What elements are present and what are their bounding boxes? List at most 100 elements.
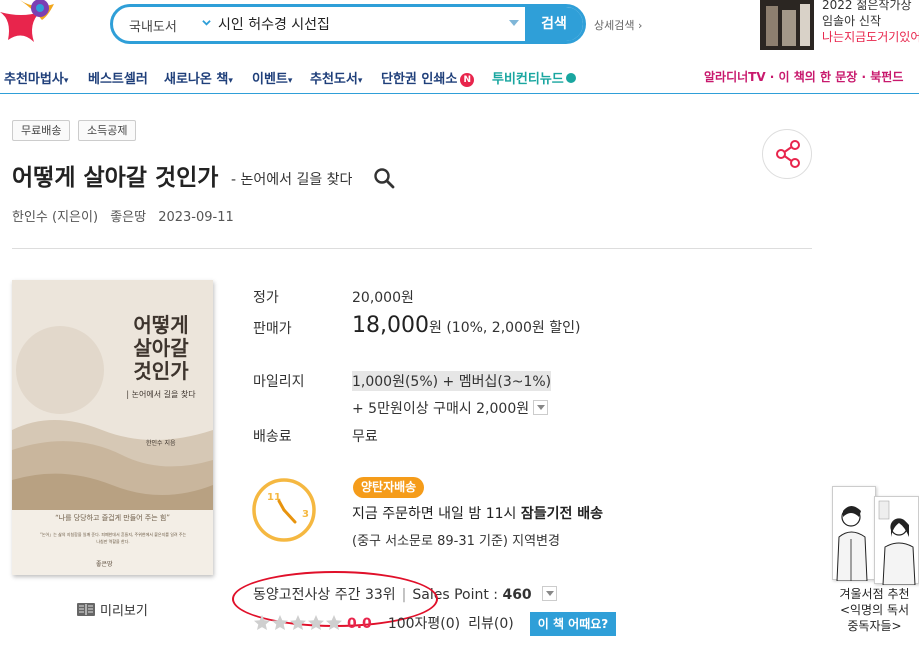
cover-quote: “나를 당당하고 즐겁게 만들어 주는 힘” — [55, 514, 170, 522]
mileage-value: 1,000원(5%) + 멤버십(3~1%) — [352, 371, 552, 391]
delivery-badge: 양탄자배송 — [353, 477, 425, 498]
cover-subtitle: | 논어에서 길을 찾다 — [126, 390, 196, 399]
nav-item-label: 단한권 인쇄소 — [381, 72, 458, 87]
advanced-search-link[interactable]: 상세검색 › — [594, 17, 642, 33]
promo-line-3: 나는지금도거기있어 — [822, 30, 919, 44]
review-link[interactable]: 리뷰(0) — [468, 616, 514, 632]
nav-item-events[interactable]: 이벤트▾ — [252, 68, 292, 87]
star-icon — [308, 615, 324, 630]
cover-title-line: 것인가 — [133, 359, 189, 383]
tag-free-shipping: 무료배송 — [12, 120, 71, 141]
nav-item-label: 베스트셀러 — [88, 72, 148, 87]
book-title: 어떻게 살아갈 것인가 — [12, 165, 219, 191]
delivery-line-2[interactable]: (중구 서소문로 89-31 기준) 지역변경 — [352, 530, 560, 549]
rating-score: 0.0 — [347, 616, 372, 632]
side-promo-line-2: <익명의 독서 — [839, 603, 910, 617]
sale-discount: (10%, 2,000원 할인) — [446, 320, 581, 336]
mileage-label: 마일리지 — [253, 374, 305, 390]
shipping-label: 배송료 — [253, 429, 292, 445]
star-icon — [254, 615, 270, 630]
search-history-dropdown-icon[interactable] — [509, 20, 519, 26]
search-button[interactable]: 검색 — [525, 7, 583, 41]
nav-right-links[interactable]: 알라디너TV · 이 책의 한 문장 · 북펀드 — [704, 68, 903, 85]
search-input[interactable] — [218, 9, 518, 39]
book-subtitle: - 논어에서 길을 찾다 — [231, 172, 353, 188]
share-button[interactable] — [762, 129, 812, 179]
search-category[interactable]: 국내도서 — [129, 16, 177, 35]
main-nav: 추천마법사▾ 베스트셀러 새로나온 책▾ 이벤트▾ 추천도서▾ 단한권 인쇄소 N… — [0, 58, 919, 94]
title-divider — [12, 248, 812, 249]
dropdown-arrow-icon: ▾ — [357, 76, 363, 86]
star-icon — [290, 615, 306, 630]
promo-book-3 — [800, 4, 810, 46]
promo-banner-image[interactable] — [760, 0, 814, 50]
book-preview-icon — [77, 603, 95, 616]
side-promo-line-1: 겨울서점 추천 — [839, 587, 910, 601]
promo-banner-text[interactable]: 2022 젊은작가상 임솔아 신작 나는지금도거기있어 — [822, 0, 919, 45]
how-is-this-book-button[interactable]: 이 책 어때요? — [529, 612, 617, 636]
short-review-link[interactable]: 100자평(0) — [388, 616, 460, 632]
sale-price-row: 18,000원 (10%, 2,000원 할인) — [352, 313, 580, 338]
preview-label: 미리보기 — [100, 604, 148, 619]
nav-item-label: 추천마법사 — [4, 72, 64, 87]
nav-item-new-books[interactable]: 새로나온 책▾ — [164, 68, 233, 87]
star-icon — [272, 615, 288, 630]
dot-icon — [565, 73, 576, 83]
search-icon[interactable] — [373, 167, 395, 189]
tag-tax-deduction: 소득공제 — [78, 120, 137, 141]
dropdown-arrow-icon: ▾ — [228, 76, 233, 86]
sales-point-expand-icon[interactable] — [541, 586, 557, 601]
clock-number-3: 3 — [302, 509, 309, 520]
publisher-link[interactable]: 좋은땅 — [110, 210, 146, 225]
cover-author: 한인수 지음 — [146, 440, 176, 447]
cover-title-line: 살아갈 — [133, 336, 189, 360]
nav-item-bestseller[interactable]: 베스트셀러 — [88, 68, 148, 87]
new-badge: N — [460, 73, 475, 87]
share-icon — [776, 140, 800, 168]
author-link[interactable]: 한인수 (지은이) — [12, 210, 98, 225]
sale-price-label: 판매가 — [253, 321, 292, 337]
cover-title-line: 어떻게 — [133, 313, 189, 337]
side-promo-line-3: 중독자들> — [847, 619, 902, 633]
chevron-down-icon[interactable] — [202, 18, 211, 27]
search-box: 국내도서 검색 — [110, 4, 586, 44]
side-book-cover-2 — [874, 496, 919, 586]
logo[interactable] — [0, 0, 60, 50]
nav-item-label: 이벤트 — [252, 72, 288, 87]
side-book-cover-1 — [832, 486, 876, 582]
nav-item-label: 투비컨티뉴드 — [492, 72, 564, 87]
cover-description: “논어」는 삶의 지침함을 일깨 준다. 피폐한데서 흔들지, 주위현에서 붙은… — [39, 532, 187, 544]
publish-date: 2023-09-11 — [158, 210, 234, 225]
nav-item-label: 추천도서 — [310, 72, 358, 87]
dropdown-arrow-icon: ▾ — [287, 76, 293, 86]
cover-title: 어떻게 살아갈 것인가 — [116, 314, 206, 383]
sale-price-value: 18,000 — [352, 313, 429, 338]
nav-item-label: 새로나온 책 — [164, 72, 229, 87]
promo-book-1 — [766, 6, 778, 46]
sale-price-unit: 원 — [428, 320, 442, 336]
nav-item-recommend-wizard[interactable]: 추천마법사▾ — [4, 68, 68, 87]
preview-button[interactable]: 미리보기 — [76, 600, 148, 619]
delivery-type-text: 잠들기전 배송 — [520, 506, 604, 522]
book-cover[interactable]: 어떻게 살아갈 것인가 | 논어에서 길을 찾다 한인수 지음 “나를 당당하고… — [12, 280, 213, 575]
list-price-label: 정가 — [253, 290, 279, 306]
promo-line-1: 2022 젊은작가상 — [822, 0, 912, 12]
promo-line-2: 임솔아 신작 — [822, 14, 882, 28]
promo-book-2 — [782, 10, 796, 46]
side-promo-text[interactable]: 겨울서점 추천 <익명의 독서 중독자들> — [830, 586, 919, 634]
sales-point-value: 460 — [502, 587, 532, 603]
delivery-time-text: 지금 주문하면 내일 밤 11시 — [352, 506, 521, 522]
star-rating — [253, 615, 343, 632]
side-promo-books[interactable] — [830, 480, 919, 586]
nav-item-tobecontinued[interactable]: 투비컨티뉴드 — [492, 68, 576, 87]
rating-row: 0.0 100자평(0) 리뷰(0) 이 책 어때요? — [253, 612, 617, 636]
delivery-line-1: 지금 주문하면 내일 밤 11시 잠들기전 배송 — [352, 503, 603, 523]
list-price-value: 20,000원 — [352, 290, 414, 306]
nav-item-recommended[interactable]: 추천도서▾ — [310, 68, 362, 87]
mileage-extra: + 5만원이상 구매시 2,000원 — [352, 401, 530, 417]
mileage-extra-row: + 5만원이상 구매시 2,000원 — [352, 398, 549, 418]
clock-icon: 11 3 — [252, 478, 316, 542]
mileage-expand-icon[interactable] — [533, 400, 549, 415]
nav-item-print-shop[interactable]: 단한권 인쇄소 N — [381, 68, 475, 87]
star-icon — [326, 615, 342, 630]
